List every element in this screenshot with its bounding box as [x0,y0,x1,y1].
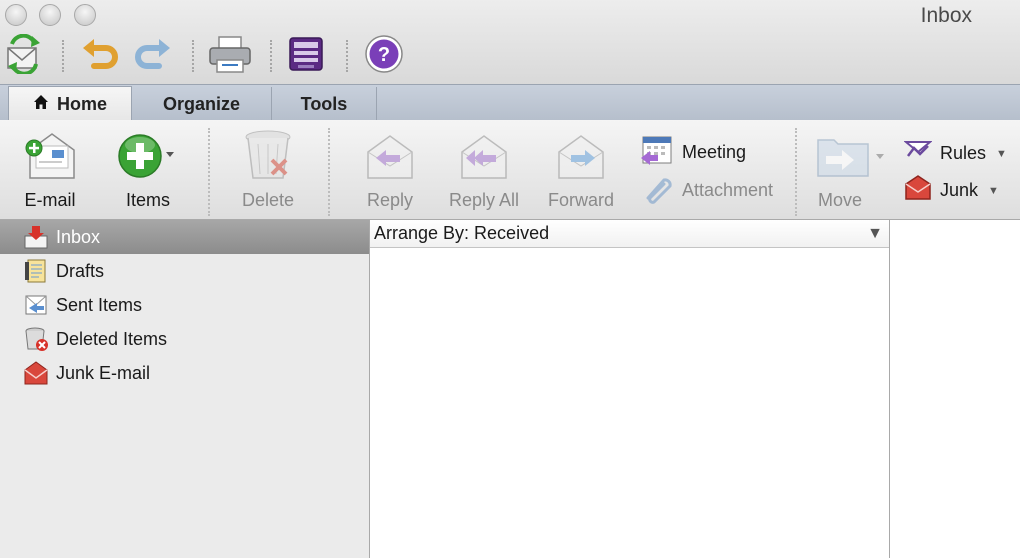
deleted-items-icon [22,325,50,353]
meeting-label: Meeting [682,142,747,162]
paperclip-icon [640,172,674,209]
tab-home[interactable]: Home [8,86,132,122]
new-email-label: E-mail [24,190,76,210]
folder-label: Junk E-mail [56,362,151,383]
add-item-icon [116,128,180,184]
chevron-down-icon: ▼ [996,147,1007,160]
delete-label: Delete [241,190,295,210]
attachment-label: Attachment [682,180,774,200]
chevron-down-icon: ▼ [988,184,999,197]
close-window-button[interactable] [5,4,27,26]
drafts-icon [22,257,50,285]
window-title: Inbox [920,4,972,27]
reply-all-label: Reply All [449,190,520,210]
junk-mail-icon [904,175,932,206]
reply-label: Reply [366,190,414,210]
reply-button[interactable]: Reply [362,128,418,211]
undo-icon[interactable] [80,34,120,74]
calendar-icon [640,134,674,171]
toolbar-separator [346,40,348,72]
minimize-window-button[interactable] [39,4,61,26]
ribbon-separator [795,128,797,216]
folder-move-icon [812,128,892,184]
folder-label: Drafts [56,260,105,281]
toolbar-separator [192,40,194,72]
meeting-button[interactable]: Meeting [640,134,746,171]
title-bar: Inbox ? [0,0,1020,84]
reply-all-icon [456,128,512,184]
ribbon-separator [208,128,210,216]
junk-email-icon [22,359,50,387]
folder-item-drafts[interactable]: Drafts [0,254,369,288]
rules-icon [903,138,933,169]
folder-item-deleted-items[interactable]: Deleted Items [0,322,369,356]
folder-item-sent-items[interactable]: Sent Items [0,288,369,322]
forward-button[interactable]: Forward [548,128,614,211]
zoom-window-button[interactable] [74,4,96,26]
redo-icon[interactable] [133,34,173,74]
junk-button[interactable]: Junk ▼ [904,175,999,206]
attachment-button[interactable]: Attachment [640,172,773,209]
folder-label: Sent Items [56,294,143,315]
forward-label: Forward [548,190,615,210]
message-list: Arrange By: Received ▼ [370,220,890,558]
folder-label: Inbox [56,226,101,247]
rules-label: Rules [940,143,987,163]
delete-button[interactable]: Delete [240,128,296,211]
forward-icon [553,128,609,184]
tab-label: Home [56,94,107,114]
trash-icon [240,128,296,184]
tab-label: Organize [162,93,241,114]
address-book-icon[interactable] [286,34,326,74]
folder-label: Deleted Items [56,328,168,349]
tab-tools[interactable]: Tools [272,87,377,121]
send-receive-icon[interactable] [4,33,44,76]
chevron-down-icon[interactable]: ▼ [867,225,883,243]
arrange-by-label: Arrange By: Received [374,223,550,243]
move-button[interactable]: Move [812,128,892,211]
ribbon-tabs: Home Organize Tools [0,84,1020,122]
new-email-button[interactable]: E-mail [22,128,78,211]
folder-item-inbox[interactable]: Inbox [0,220,369,254]
svg-text:?: ? [378,44,390,66]
new-items-button[interactable]: Items [116,128,180,211]
reading-pane [890,220,1020,558]
move-label: Move [817,190,862,210]
junk-label: Junk [940,180,979,200]
reply-icon [362,128,418,184]
new-email-icon [22,128,78,184]
folder-item-junk-email[interactable]: Junk E-mail [0,356,369,390]
inbox-icon [22,223,50,251]
tab-label: Tools [300,93,348,114]
ribbon-home: E-mail Items Delete Reply Reply All Forw… [0,120,1020,220]
reply-all-button[interactable]: Reply All [449,128,519,211]
folder-sidebar: Inbox Drafts Sent Items Deleted Items Ju… [0,220,370,558]
toolbar-separator [62,40,64,72]
help-icon[interactable]: ? [364,34,404,74]
ribbon-separator [328,128,330,216]
sent-items-icon [22,291,50,319]
print-icon[interactable] [208,34,251,74]
new-items-label: Items [125,190,170,210]
rules-button[interactable]: Rules ▼ [903,138,1007,169]
home-icon [33,94,49,115]
arrange-by-header[interactable]: Arrange By: Received ▼ [370,220,889,248]
tab-organize[interactable]: Organize [132,87,272,121]
toolbar-separator [270,40,272,72]
